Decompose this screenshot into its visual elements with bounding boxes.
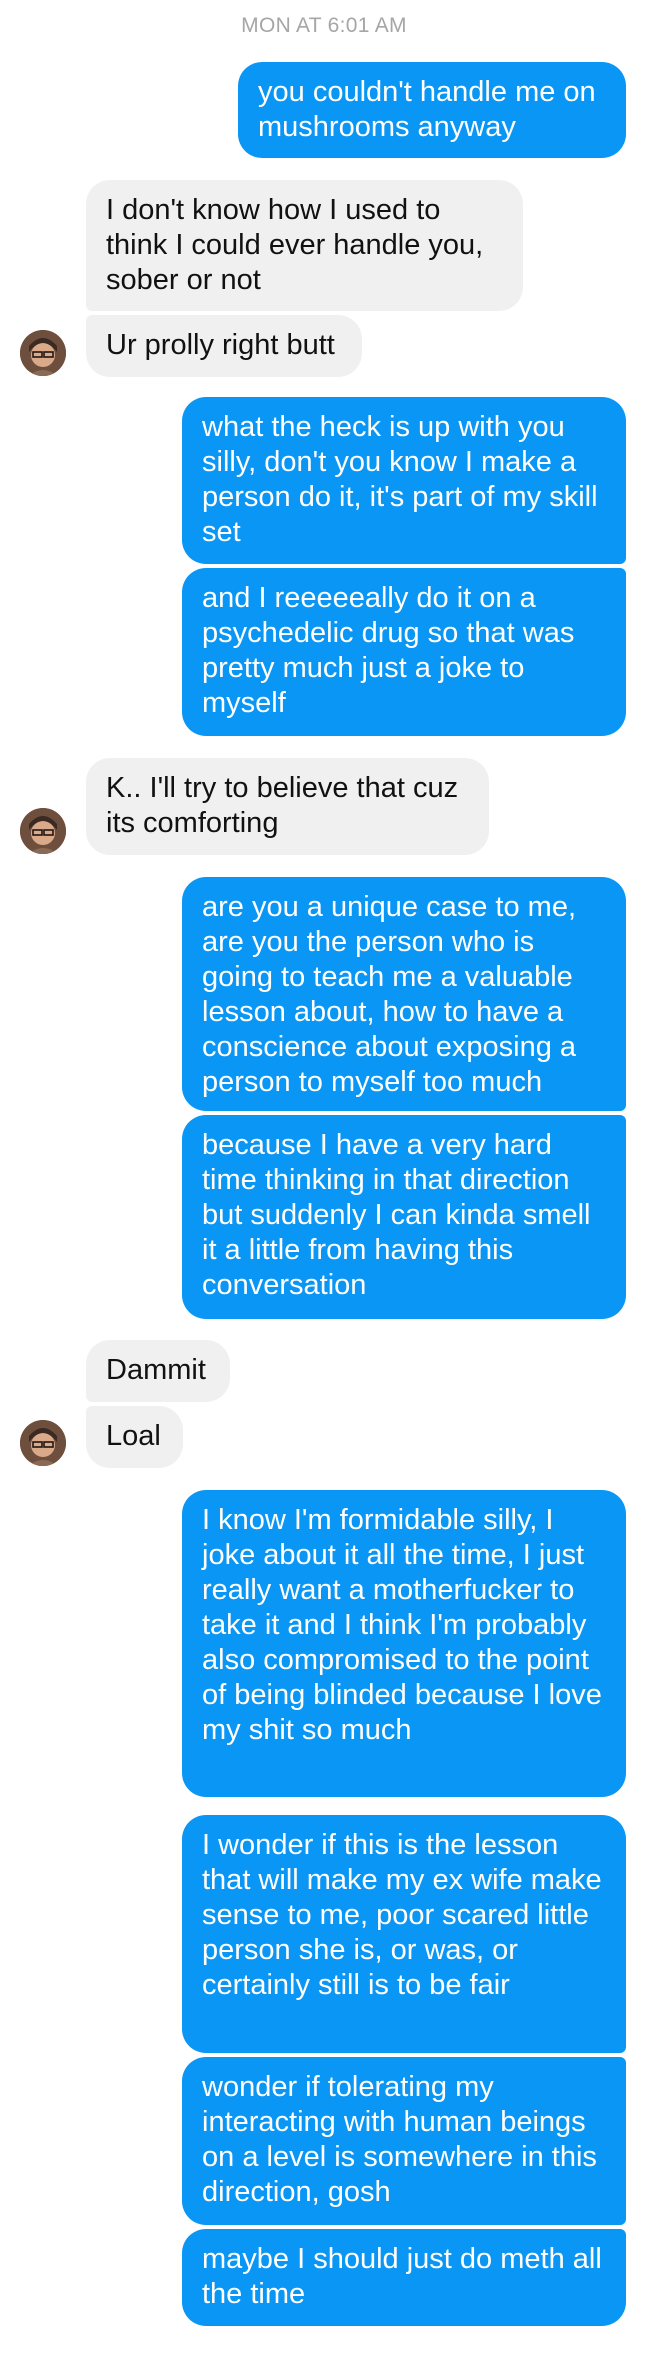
avatar-photo-icon <box>20 1420 66 1466</box>
outgoing-message[interactable]: wonder if tolerating my interacting with… <box>182 2057 626 2225</box>
outgoing-message[interactable]: and I reeeeeally do it on a psychedelic … <box>182 568 626 736</box>
contact-avatar[interactable] <box>20 1420 66 1466</box>
incoming-message[interactable]: Dammit <box>86 1340 230 1402</box>
outgoing-message[interactable]: I know I'm formidable silly, I joke abou… <box>182 1490 626 1797</box>
message-thread: MON AT 6:01 AM you couldn't handle me on… <box>0 0 648 2373</box>
outgoing-message[interactable]: are you a unique case to me, are you the… <box>182 877 626 1111</box>
avatar-photo-icon <box>20 330 66 376</box>
outgoing-message[interactable]: maybe I should just do meth all the time <box>182 2229 626 2326</box>
outgoing-message[interactable]: what the heck is up with you silly, don'… <box>182 397 626 564</box>
contact-avatar[interactable] <box>20 808 66 854</box>
thread-timestamp: MON AT 6:01 AM <box>241 14 407 37</box>
incoming-message[interactable]: Ur prolly right butt <box>86 315 362 377</box>
incoming-message[interactable]: K.. I'll try to believe that cuz its com… <box>86 758 489 855</box>
outgoing-message[interactable]: I wonder if this is the lesson that will… <box>182 1815 626 2053</box>
outgoing-message[interactable]: because I have a very hard time thinking… <box>182 1115 626 1319</box>
avatar-photo-icon <box>20 808 66 854</box>
outgoing-message[interactable]: you couldn't handle me on mushrooms anyw… <box>238 62 626 158</box>
contact-avatar[interactable] <box>20 330 66 376</box>
incoming-message[interactable]: I don't know how I used to think I could… <box>86 180 523 311</box>
incoming-message[interactable]: Loal <box>86 1406 183 1468</box>
